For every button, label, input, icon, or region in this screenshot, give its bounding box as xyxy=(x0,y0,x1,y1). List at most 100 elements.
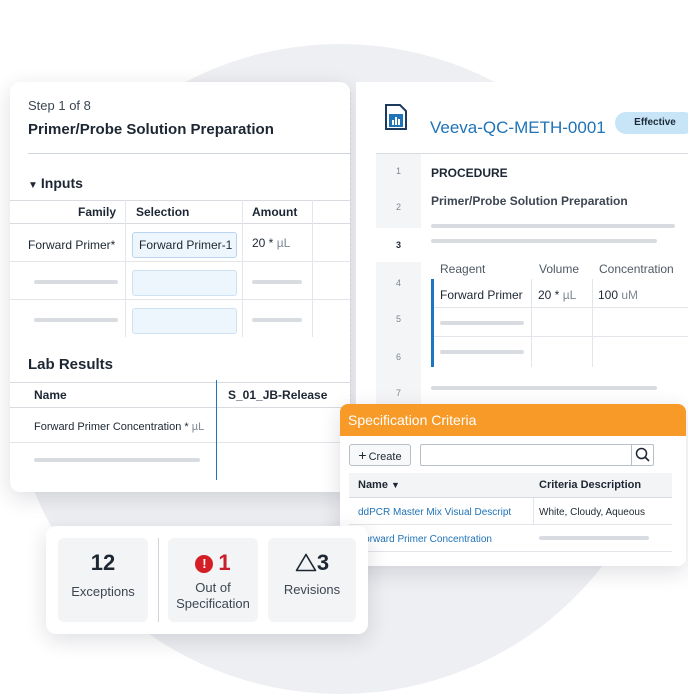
col-family: Family xyxy=(78,205,117,219)
specification-criteria-panel: Specification Criteria + Create Name ▼ Cr… xyxy=(340,404,686,566)
create-button[interactable]: + Create xyxy=(349,444,411,466)
line-number: 1 xyxy=(395,166,401,176)
spec-table-header: Name ▼ Criteria Description xyxy=(349,473,672,498)
col-concentration: Concentration xyxy=(599,262,674,276)
revisions-stat[interactable]: 3 Revisions xyxy=(268,538,356,622)
exceptions-stat[interactable]: 12 Exceptions xyxy=(58,538,148,622)
reagent-row xyxy=(434,308,688,337)
exceptions-label: Exceptions xyxy=(71,584,135,599)
inputs-table-header: Family Selection Amount xyxy=(10,200,350,224)
lab-results-heading: Lab Results xyxy=(28,356,114,373)
document-panel: Veeva-QC-METH-0001 Effective 1 2 3 4 5 6… xyxy=(356,82,688,414)
inputs-heading: Inputs xyxy=(40,175,83,191)
placeholder-bar xyxy=(431,224,675,228)
search-button[interactable] xyxy=(631,444,654,466)
reagent-row: Forward Primer 20 * µL 100 uM xyxy=(434,279,688,308)
lab-result-name: Forward Primer Concentration * µL xyxy=(34,421,205,433)
placeholder-bar xyxy=(34,458,200,462)
input-row: Forward Primer* Forward Primer-1 20 * µL xyxy=(10,225,350,262)
selection-field[interactable]: Forward Primer-1 xyxy=(132,232,237,258)
out-of-spec-stat[interactable]: ! 1 Out of Specification xyxy=(168,538,258,622)
placeholder-bar xyxy=(431,386,657,390)
col-amount: Amount xyxy=(252,205,298,219)
step-title: Primer/Probe Solution Preparation xyxy=(28,121,274,138)
placeholder-bar xyxy=(431,239,657,243)
placeholder-bar xyxy=(34,318,118,322)
search-input[interactable] xyxy=(420,444,632,466)
line-number: 2 xyxy=(395,202,401,212)
spec-name-link[interactable]: ddPCR Master Mix Visual Descript xyxy=(358,507,511,518)
spec-description: White, Cloudy, Aqueous xyxy=(539,507,645,518)
revisions-label: Revisions xyxy=(283,582,341,597)
selection-field[interactable] xyxy=(132,270,237,296)
search-icon xyxy=(635,447,650,462)
document-icon xyxy=(385,104,407,130)
amount-unit: µL xyxy=(276,236,291,250)
warning-triangle-icon xyxy=(295,553,317,572)
column-divider xyxy=(592,279,593,367)
document-title[interactable]: Veeva-QC-METH-0001 xyxy=(430,118,606,138)
line-number: 5 xyxy=(395,314,401,324)
col-name-sortable[interactable]: Name ▼ xyxy=(358,473,400,497)
placeholder-bar xyxy=(252,318,302,322)
reagent-table: Forward Primer 20 * µL 100 uM xyxy=(431,279,688,367)
dashed-separator xyxy=(350,92,351,402)
revisions-count: 3 xyxy=(316,550,330,575)
col-criteria-description: Criteria Description xyxy=(539,479,642,491)
input-row xyxy=(10,263,350,300)
lab-results-header: Name S_01_JB-Release xyxy=(10,382,350,408)
sort-down-icon: ▼ xyxy=(391,480,400,490)
amount-value: 20 * xyxy=(252,236,274,250)
column-divider xyxy=(533,498,534,524)
spec-title: Specification Criteria xyxy=(340,404,686,436)
placeholder-bar xyxy=(440,321,524,325)
revisions-count-wrap: 3 xyxy=(268,550,356,576)
inputs-section-toggle[interactable]: ▼ Inputs xyxy=(28,175,83,191)
spec-row: Forward Primer Concentration xyxy=(349,525,672,552)
plus-icon: + xyxy=(358,447,367,463)
reagent-concentration: 100 uM xyxy=(598,288,639,302)
oos-label-line1: Out of xyxy=(195,580,231,595)
divider xyxy=(376,153,688,154)
placeholder-bar xyxy=(34,280,118,284)
exceptions-count: 12 xyxy=(90,550,116,575)
stats-card: 12 Exceptions ! 1 Out of Specification 3 … xyxy=(46,526,368,634)
line-number: 4 xyxy=(395,278,401,288)
reagent-volume: 20 * µL xyxy=(538,288,577,302)
column-divider xyxy=(531,279,532,367)
column-divider-active xyxy=(216,380,217,480)
line-number: 7 xyxy=(395,388,401,398)
spec-row: ddPCR Master Mix Visual Descript White, … xyxy=(349,498,672,525)
lab-result-row xyxy=(10,443,350,477)
spec-name-link[interactable]: Forward Primer Concentration xyxy=(358,534,492,545)
lab-result-row: Forward Primer Concentration * µL xyxy=(10,409,350,443)
create-label: Create xyxy=(368,451,402,463)
placeholder-bar xyxy=(440,350,524,354)
chevron-down-icon: ▼ xyxy=(28,180,38,191)
procedure-subheading: Primer/Probe Solution Preparation xyxy=(431,194,628,208)
status-badge: Effective xyxy=(615,112,688,134)
divider xyxy=(28,153,350,154)
line-number: 6 xyxy=(395,352,401,362)
oos-count: 1 xyxy=(218,550,231,575)
col-name: Name xyxy=(34,388,67,402)
input-row xyxy=(10,301,350,338)
col-selection: Selection xyxy=(136,205,190,219)
col-reagent: Reagent xyxy=(440,262,486,276)
placeholder-bar xyxy=(252,280,302,284)
input-amount: 20 * µL xyxy=(252,236,290,250)
step-label: Step 1 of 8 xyxy=(28,98,91,113)
col-release: S_01_JB-Release xyxy=(228,388,328,402)
alert-circle-icon: ! xyxy=(195,555,214,573)
step-card: Step 1 of 8 Primer/Probe Solution Prepar… xyxy=(10,82,350,492)
procedure-heading: PROCEDURE xyxy=(431,166,508,180)
selection-field[interactable] xyxy=(132,308,237,334)
reagent-row xyxy=(434,337,688,366)
line-number-active: 3 xyxy=(376,228,421,262)
placeholder-bar xyxy=(539,536,649,540)
oos-label-line2: Specification xyxy=(176,596,250,611)
reagent-name: Forward Primer xyxy=(440,288,523,302)
oos-count-wrap: ! 1 xyxy=(168,550,258,576)
input-family: Forward Primer* xyxy=(28,238,116,252)
divider xyxy=(158,538,159,622)
